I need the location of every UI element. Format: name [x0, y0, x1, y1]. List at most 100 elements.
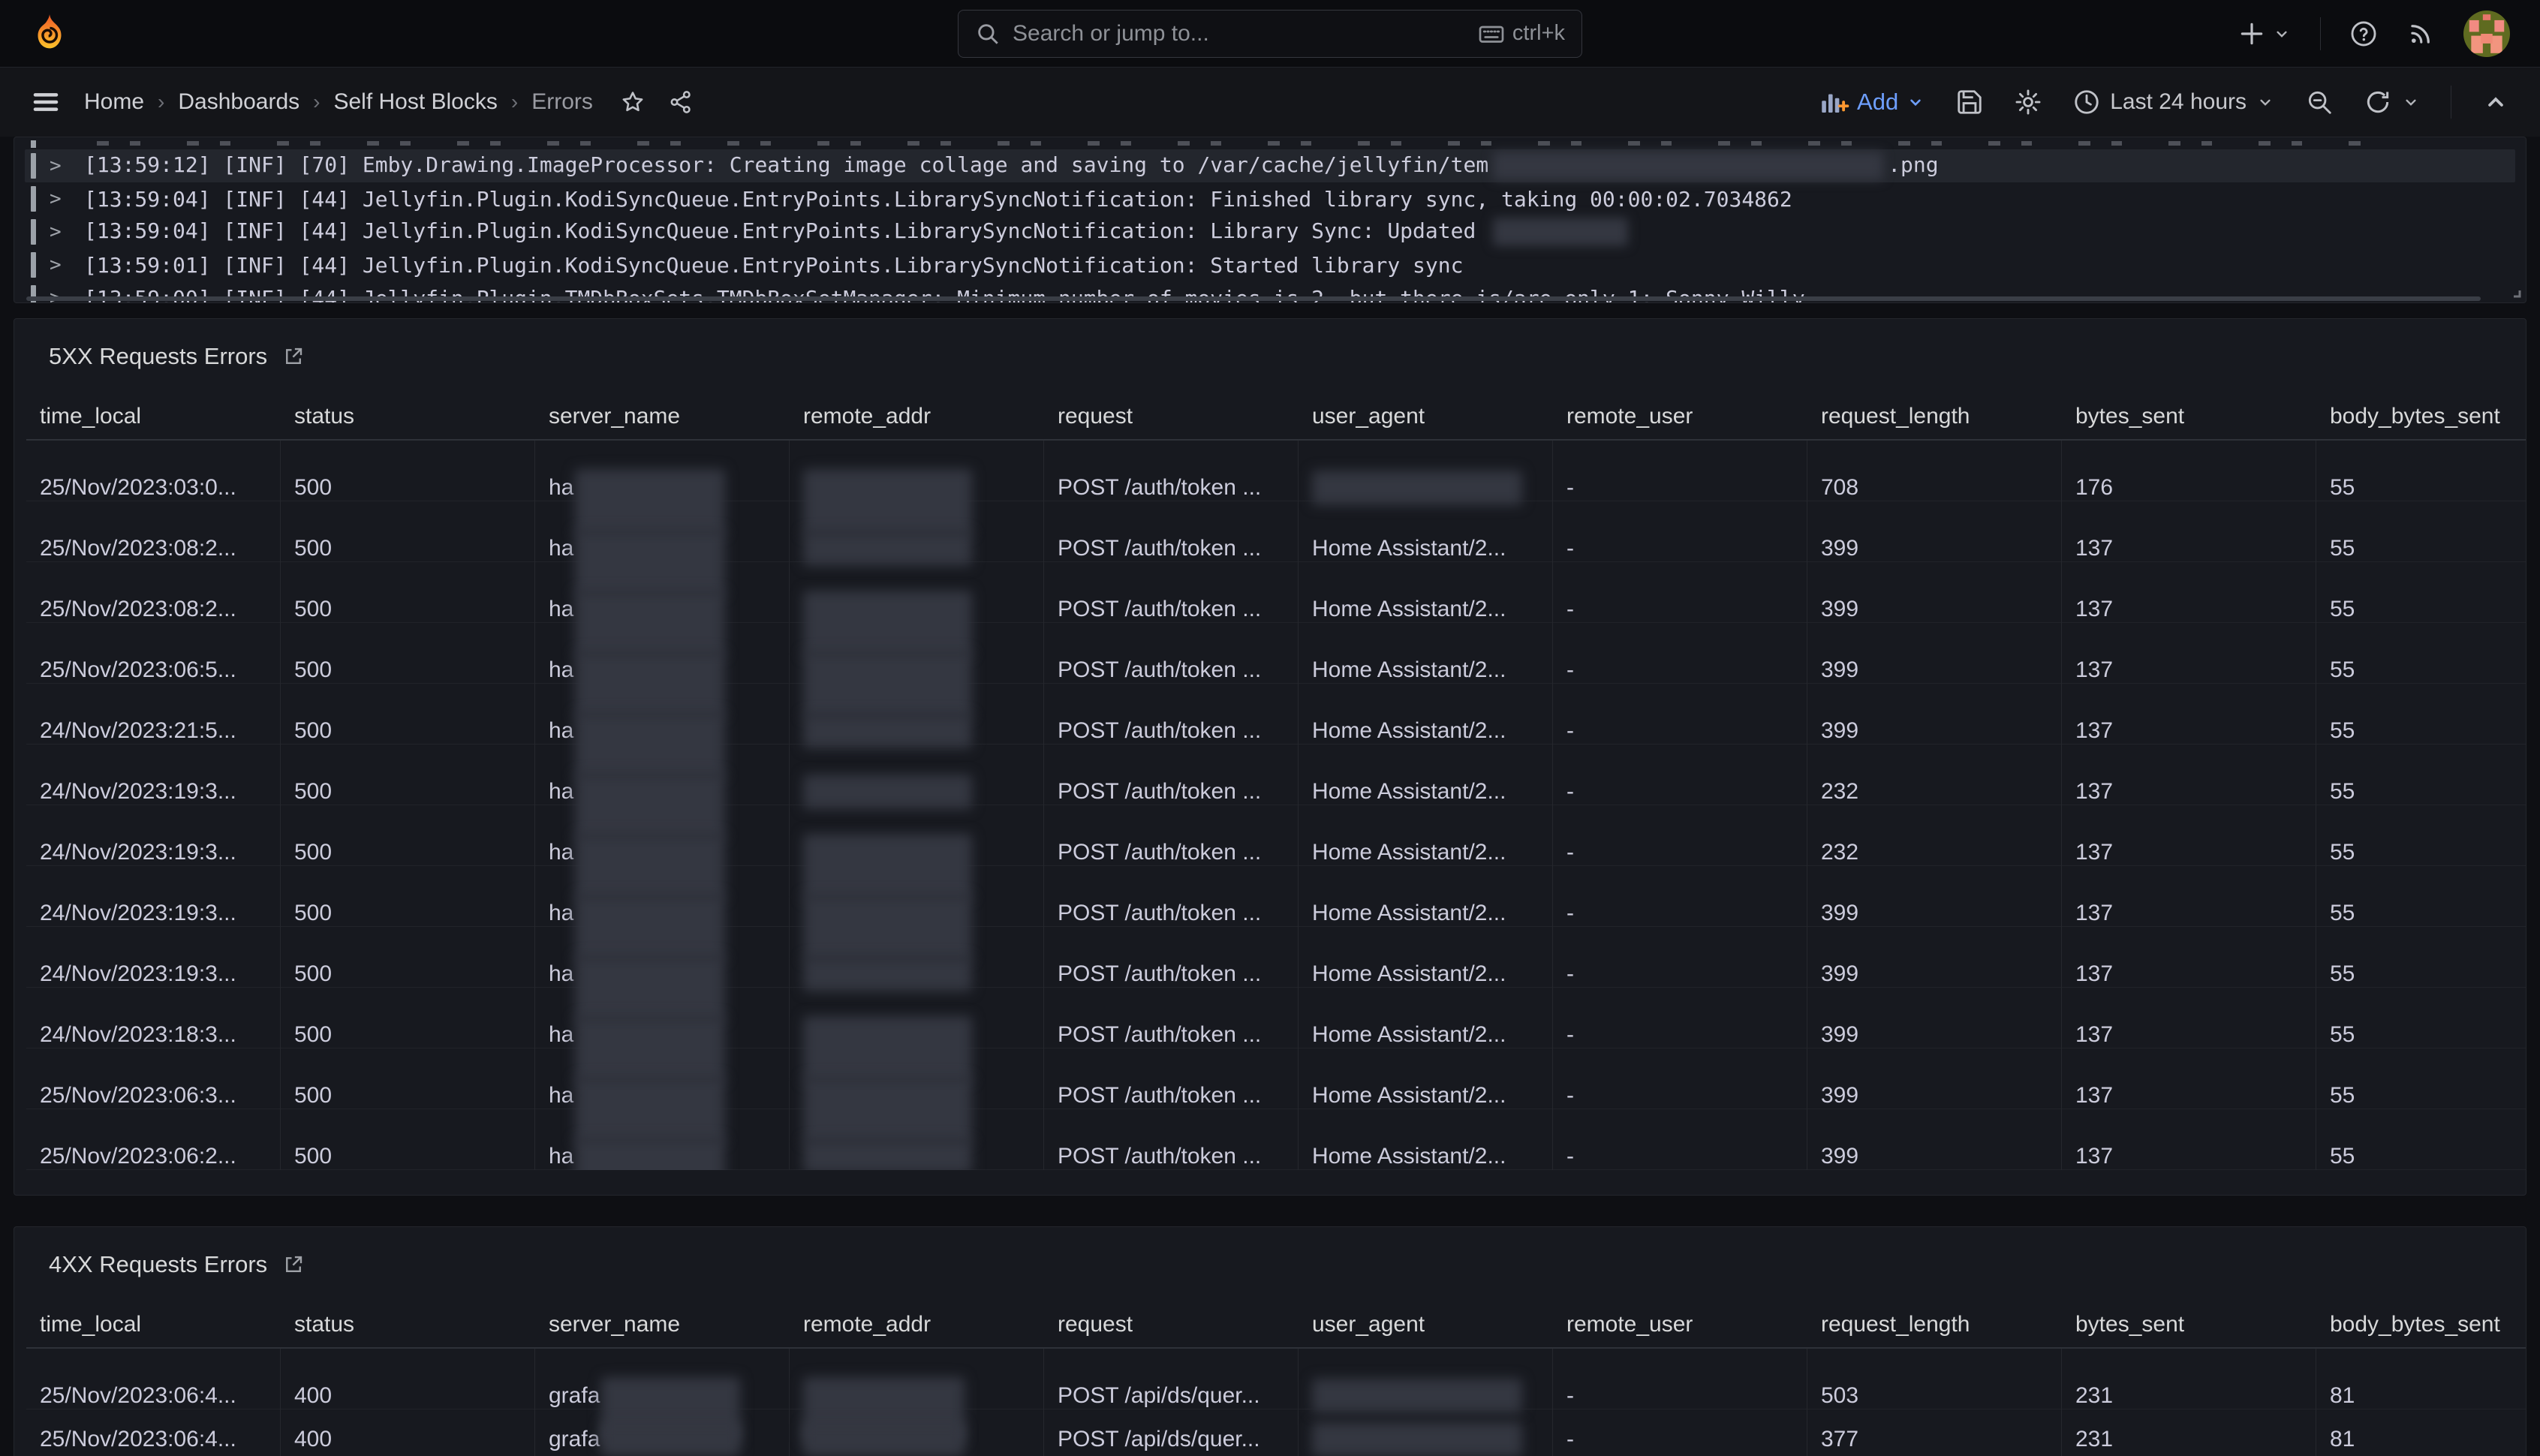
- column-header-status[interactable]: status: [281, 404, 535, 429]
- column-header-server_name[interactable]: server_name: [535, 404, 790, 429]
- table-row: 24/Nov/2023:19:3...500haPOST /auth/token…: [26, 866, 2526, 927]
- expand-log-icon[interactable]: >: [50, 254, 84, 276]
- mega-menu-button[interactable]: [30, 86, 62, 118]
- table-row: 25/Nov/2023:08:2...500haPOST /auth/token…: [26, 501, 2526, 562]
- table-header-row: time_localstatusserver_nameremote_addrre…: [26, 394, 2526, 441]
- cell-text: 137: [2075, 657, 2113, 683]
- cell-text: 55: [2330, 779, 2355, 805]
- column-header-request[interactable]: request: [1044, 404, 1299, 429]
- redacted-blur: [575, 895, 725, 961]
- clock-icon: [2072, 88, 2101, 116]
- column-header-remote_user[interactable]: remote_user: [1553, 1312, 1807, 1337]
- column-header-remote_addr[interactable]: remote_addr: [790, 404, 1044, 429]
- cell-text: -: [1566, 1383, 1574, 1409]
- breadcrumb-item-home[interactable]: Home: [84, 89, 144, 115]
- dashboard-settings-button[interactable]: [2014, 88, 2042, 116]
- column-header-server_name[interactable]: server_name: [535, 1312, 790, 1337]
- column-header-user_agent[interactable]: user_agent: [1299, 404, 1553, 429]
- column-header-request_length[interactable]: request_length: [1807, 404, 2062, 429]
- time-range-picker[interactable]: Last 24 hours: [2072, 88, 2275, 116]
- redacted-blur: [575, 1138, 725, 1170]
- log-line[interactable]: >[13:59:04] [INF] [44] Jellyfin.Plugin.K…: [25, 182, 2515, 215]
- panel-title[interactable]: 5XX Requests Errors: [49, 343, 267, 370]
- bar-chart-plus-icon: [1818, 86, 1849, 118]
- expand-log-icon[interactable]: >: [50, 221, 84, 243]
- column-header-remote_user[interactable]: remote_user: [1553, 404, 1807, 429]
- table-cell-request: POST /auth/token ...: [1044, 1109, 1299, 1170]
- chevron-down-icon[interactable]: [2401, 92, 2421, 112]
- column-header-time_local[interactable]: time_local: [26, 1312, 281, 1337]
- column-header-body_bytes_sent[interactable]: body_bytes_sent: [2316, 404, 2526, 429]
- column-header-request_length[interactable]: request_length: [1807, 1312, 2062, 1337]
- cell-text: POST /auth/token ...: [1058, 840, 1261, 865]
- log-line[interactable]: >[13:59:04] [INF] [44] Jellyfin.Plugin.K…: [25, 215, 2515, 248]
- zoom-out-time-button[interactable]: [2305, 88, 2334, 116]
- table-4xx: time_localstatusserver_nameremote_addrre…: [14, 1302, 2526, 1456]
- column-header-body_bytes_sent[interactable]: body_bytes_sent: [2316, 1312, 2526, 1337]
- user-avatar[interactable]: [2463, 11, 2510, 57]
- log-message: [13:59:04] [INF] [44] Jellyfin.Plugin.Ko…: [84, 218, 1633, 246]
- share-icon[interactable]: [668, 89, 694, 115]
- log-line[interactable]: >[13:59:01] [INF] [44] Jellyfin.Plugin.K…: [25, 248, 2515, 281]
- column-header-bytes_sent[interactable]: bytes_sent: [2062, 404, 2316, 429]
- redacted-blur: [575, 955, 725, 1021]
- cell-text: -: [1566, 657, 1574, 683]
- log-list: >[13:59:12] [INF] [70] Emby.Drawing.Imag…: [25, 149, 2515, 303]
- star-icon[interactable]: [620, 89, 646, 115]
- clipped-log-line[interactable]: [25, 137, 2515, 148]
- log-message: [13:59:12] [INF] [70] Emby.Drawing.Image…: [84, 152, 1939, 180]
- breadcrumb-item-self-host-blocks[interactable]: Self Host Blocks: [333, 89, 497, 115]
- top-nav-bar: ctrl+k: [0, 0, 2540, 68]
- save-dashboard-button[interactable]: [1955, 88, 1984, 116]
- cell-text: -: [1566, 1083, 1574, 1109]
- cell-text: 25/Nov/2023:03:0...: [40, 475, 236, 501]
- cell-text: POST /api/ds/quer...: [1058, 1383, 1260, 1409]
- log-line[interactable]: >[13:59:12] [INF] [70] Emby.Drawing.Imag…: [25, 149, 2515, 182]
- save-icon: [1955, 88, 1984, 116]
- cell-text: -: [1566, 597, 1574, 622]
- cell-text: 399: [1821, 1144, 1858, 1169]
- breadcrumb-item-dashboards[interactable]: Dashboards: [178, 89, 299, 115]
- column-header-user_agent[interactable]: user_agent: [1299, 1312, 1553, 1337]
- cell-text: 399: [1821, 657, 1858, 683]
- help-button[interactable]: [2349, 20, 2378, 48]
- add-panel-button[interactable]: Add: [1818, 86, 1925, 118]
- new-menu-button[interactable]: [2238, 20, 2292, 48]
- table-header-row: time_localstatusserver_nameremote_addrre…: [26, 1302, 2526, 1349]
- redacted-blur: [803, 895, 972, 961]
- breadcrumb-separator: ›: [158, 90, 164, 114]
- column-header-remote_addr[interactable]: remote_addr: [790, 1312, 1044, 1337]
- breadcrumb-separator: ›: [313, 90, 320, 114]
- panel-title[interactable]: 4XX Requests Errors: [49, 1251, 267, 1278]
- table-row: 24/Nov/2023:19:3...500haPOST /auth/token…: [26, 927, 2526, 988]
- grafana-logo[interactable]: [30, 13, 69, 55]
- search-input[interactable]: [1013, 21, 1466, 47]
- cell-text: 25/Nov/2023:06:4...: [40, 1427, 236, 1452]
- cell-text: POST /api/ds/quer...: [1058, 1427, 1260, 1452]
- chevron-down-icon: [1906, 92, 1925, 112]
- expand-log-icon[interactable]: >: [50, 155, 84, 177]
- redacted-blur: [803, 957, 972, 991]
- column-header-status[interactable]: status: [281, 1312, 535, 1337]
- redacted-blur: [575, 530, 725, 596]
- column-header-request[interactable]: request: [1044, 1312, 1299, 1337]
- cell-text: ha: [549, 779, 573, 805]
- refresh-icon: [2364, 88, 2392, 116]
- expand-log-icon[interactable]: >: [50, 188, 84, 210]
- cell-text: 176: [2075, 475, 2113, 501]
- cell-text: 400: [294, 1427, 332, 1452]
- external-link-icon[interactable]: [282, 345, 305, 368]
- table-cell-body_bytes_sent: 55: [2316, 1109, 2526, 1170]
- cell-text: Home Assistant/2...: [1312, 718, 1506, 744]
- column-header-bytes_sent[interactable]: bytes_sent: [2062, 1312, 2316, 1337]
- horizontal-scrollbar[interactable]: [26, 296, 2481, 301]
- news-button[interactable]: [2406, 20, 2435, 48]
- collapse-toolbar-button[interactable]: [2481, 88, 2510, 116]
- column-header-time_local[interactable]: time_local: [26, 404, 281, 429]
- cell-text: 24/Nov/2023:19:3...: [40, 901, 236, 926]
- refresh-button[interactable]: [2364, 88, 2421, 116]
- cell-text: ha: [549, 536, 573, 561]
- external-link-icon[interactable]: [282, 1253, 305, 1276]
- cell-text: Home Assistant/2...: [1312, 901, 1506, 926]
- panel-resize-handle[interactable]: [2509, 286, 2521, 298]
